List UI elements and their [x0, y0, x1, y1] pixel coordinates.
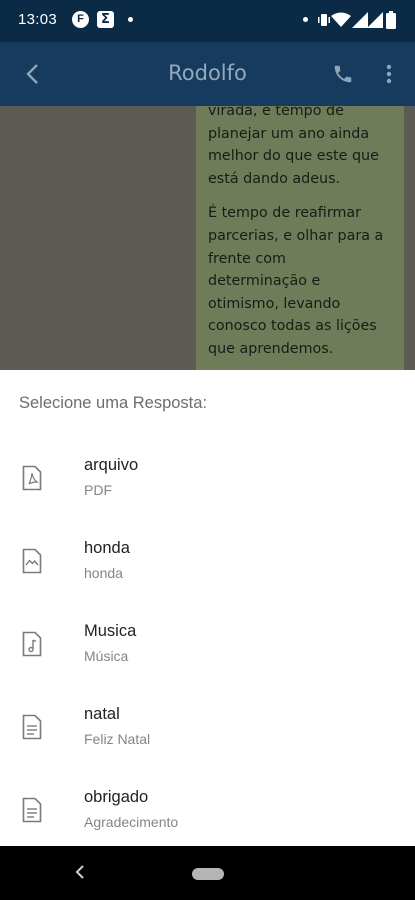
- chat-area: virada, e tempo de planejar um ano ainda…: [0, 106, 415, 370]
- item-name: honda: [84, 539, 130, 557]
- vibrate-icon: [318, 14, 330, 26]
- item-name: arquivo: [84, 456, 139, 474]
- message-line: melhor do que este que: [208, 148, 379, 165]
- music-file-icon: [22, 631, 42, 657]
- list-item[interactable]: natal Feliz Natal: [0, 688, 415, 771]
- item-name: natal: [84, 705, 120, 723]
- list-item[interactable]: obrigado Agradecimento: [0, 771, 415, 854]
- dot-icon: [128, 17, 133, 22]
- more-vert-icon: [386, 64, 392, 84]
- message-line: conosco todas as lições: [208, 318, 377, 335]
- status-bar: 13:03 F Σ: [0, 0, 415, 42]
- item-subtitle: Feliz Natal: [84, 731, 151, 747]
- signal-icon: [367, 12, 383, 28]
- nav-back-icon: [75, 865, 84, 879]
- list-item[interactable]: arquivo PDF: [0, 439, 415, 522]
- f-app-icon: F: [72, 11, 89, 28]
- home-pill-icon[interactable]: [192, 868, 224, 880]
- nav-back-button[interactable]: [68, 860, 92, 884]
- item-subtitle: honda: [84, 565, 123, 581]
- message-line: está dando adeus.: [208, 170, 341, 187]
- pdf-file-icon: [22, 465, 42, 491]
- sigma-app-icon: Σ: [97, 11, 114, 28]
- image-file-icon: [22, 548, 42, 574]
- item-name: obrigado: [84, 788, 149, 806]
- list-item[interactable]: Musica Música: [0, 605, 415, 688]
- message-line: determinação e: [208, 273, 321, 290]
- dot-icon: [303, 17, 308, 22]
- message-line: parcerias, e olhar para a: [208, 227, 384, 244]
- message-bubble: virada, e tempo de planejar um ano ainda…: [196, 106, 404, 370]
- text-file-icon: [22, 797, 42, 823]
- status-time: 13:03: [18, 11, 58, 28]
- message-line: otimismo, levando: [208, 295, 341, 312]
- message-line: virada, e tempo de: [208, 106, 344, 119]
- app-bar: Rodolfo: [0, 42, 415, 106]
- response-list: arquivo PDF honda honda Musica Música na…: [0, 439, 415, 854]
- phone-icon: [334, 65, 352, 83]
- response-bottom-sheet: Selecione uma Resposta: arquivo PDF hond…: [0, 370, 415, 846]
- message-line: É tempo de reafirmar: [208, 205, 362, 222]
- item-subtitle: Agradecimento: [84, 814, 179, 830]
- battery-icon: [386, 11, 396, 29]
- list-item[interactable]: honda honda: [0, 522, 415, 605]
- more-options-button[interactable]: [377, 58, 401, 90]
- item-subtitle: PDF: [84, 482, 112, 498]
- system-nav-bar: [0, 846, 415, 900]
- wifi-icon: [331, 12, 351, 27]
- message-line: planejar um ano ainda: [208, 125, 370, 142]
- call-button[interactable]: [327, 58, 359, 90]
- sheet-title: Selecione uma Resposta:: [19, 394, 208, 412]
- message-line: frente com: [208, 250, 286, 267]
- signal-icon: [352, 12, 368, 28]
- item-name: Musica: [84, 622, 137, 640]
- message-line: que aprendemos.: [208, 340, 334, 357]
- text-file-icon: [22, 714, 42, 740]
- item-subtitle: Música: [84, 648, 129, 664]
